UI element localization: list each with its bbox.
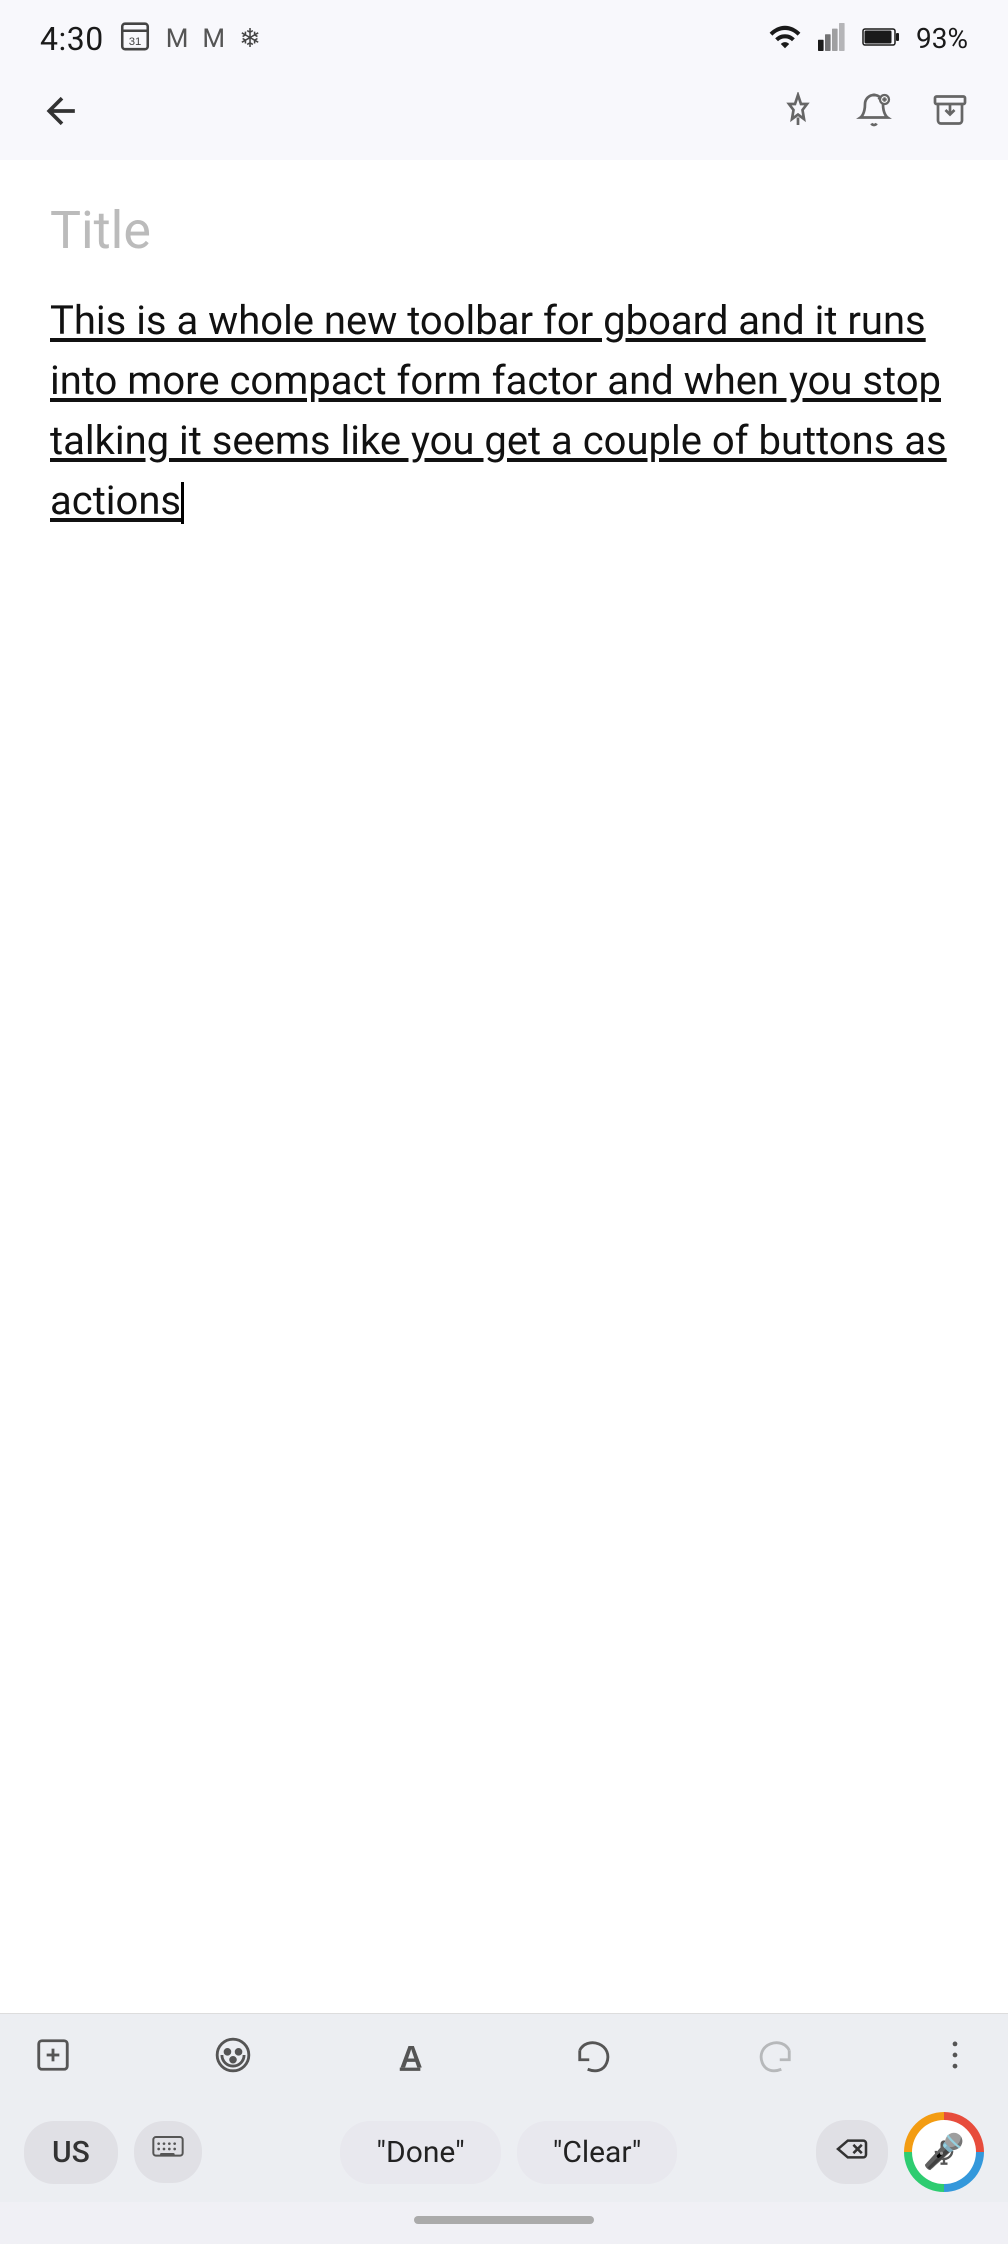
language-selector[interactable]: US <box>24 2121 118 2184</box>
note-title-placeholder[interactable]: Title <box>50 200 958 261</box>
note-body[interactable]: This is a whole new toolbar for gboard a… <box>50 291 958 531</box>
battery-percentage: 93% <box>916 22 968 55</box>
text-format-toolbar-button[interactable]: A <box>391 2032 437 2088</box>
keyboard-suggestion-row: US "Done" "Clear" <box>0 2102 1008 2202</box>
signal-icon <box>818 23 846 55</box>
suggestion-done[interactable]: "Done" <box>340 2121 500 2184</box>
gmail-icon-2: M <box>202 24 225 54</box>
note-area[interactable]: Title This is a whole new toolbar for gb… <box>0 160 1008 2013</box>
top-bar-right <box>780 92 968 137</box>
keyboard-toggle-button[interactable] <box>134 2121 202 2183</box>
keyboard-toolbar: A <box>0 2013 1008 2102</box>
top-action-bar <box>0 69 1008 160</box>
gmail-icon-1: M <box>166 24 189 54</box>
pin-button[interactable] <box>780 92 816 137</box>
status-bar: 4:30 31 M M ❄ <box>0 0 1008 69</box>
undo-toolbar-button[interactable] <box>571 2032 617 2088</box>
more-toolbar-button[interactable] <box>932 2032 978 2088</box>
palette-toolbar-button[interactable] <box>210 2032 256 2088</box>
add-toolbar-button[interactable] <box>30 2032 76 2088</box>
status-left: 4:30 31 M M ❄ <box>40 18 261 59</box>
wifi-icon <box>768 23 802 55</box>
back-button[interactable] <box>40 89 84 140</box>
snowflake-icon: ❄ <box>239 24 261 54</box>
mic-button-inner <box>912 2120 976 2184</box>
note-content: This is a whole new toolbar for gboard a… <box>50 297 947 524</box>
archive-button[interactable] <box>932 92 968 137</box>
status-time: 4:30 <box>40 20 104 58</box>
calendar-icon: 31 <box>118 18 152 59</box>
backspace-button[interactable] <box>816 2120 888 2184</box>
mic-button[interactable] <box>904 2112 984 2192</box>
top-bar-left <box>40 89 84 140</box>
redo-toolbar-button[interactable] <box>752 2032 798 2088</box>
home-bar <box>414 2216 594 2224</box>
text-cursor <box>181 482 184 524</box>
svg-text:31: 31 <box>128 36 141 48</box>
bell-add-button[interactable] <box>856 92 892 137</box>
status-right: 93% <box>768 22 968 55</box>
battery-icon <box>862 26 900 52</box>
suggestion-pills: "Done" "Clear" <box>218 2121 800 2184</box>
suggestion-clear[interactable]: "Clear" <box>517 2121 678 2184</box>
home-indicator <box>0 2202 1008 2244</box>
